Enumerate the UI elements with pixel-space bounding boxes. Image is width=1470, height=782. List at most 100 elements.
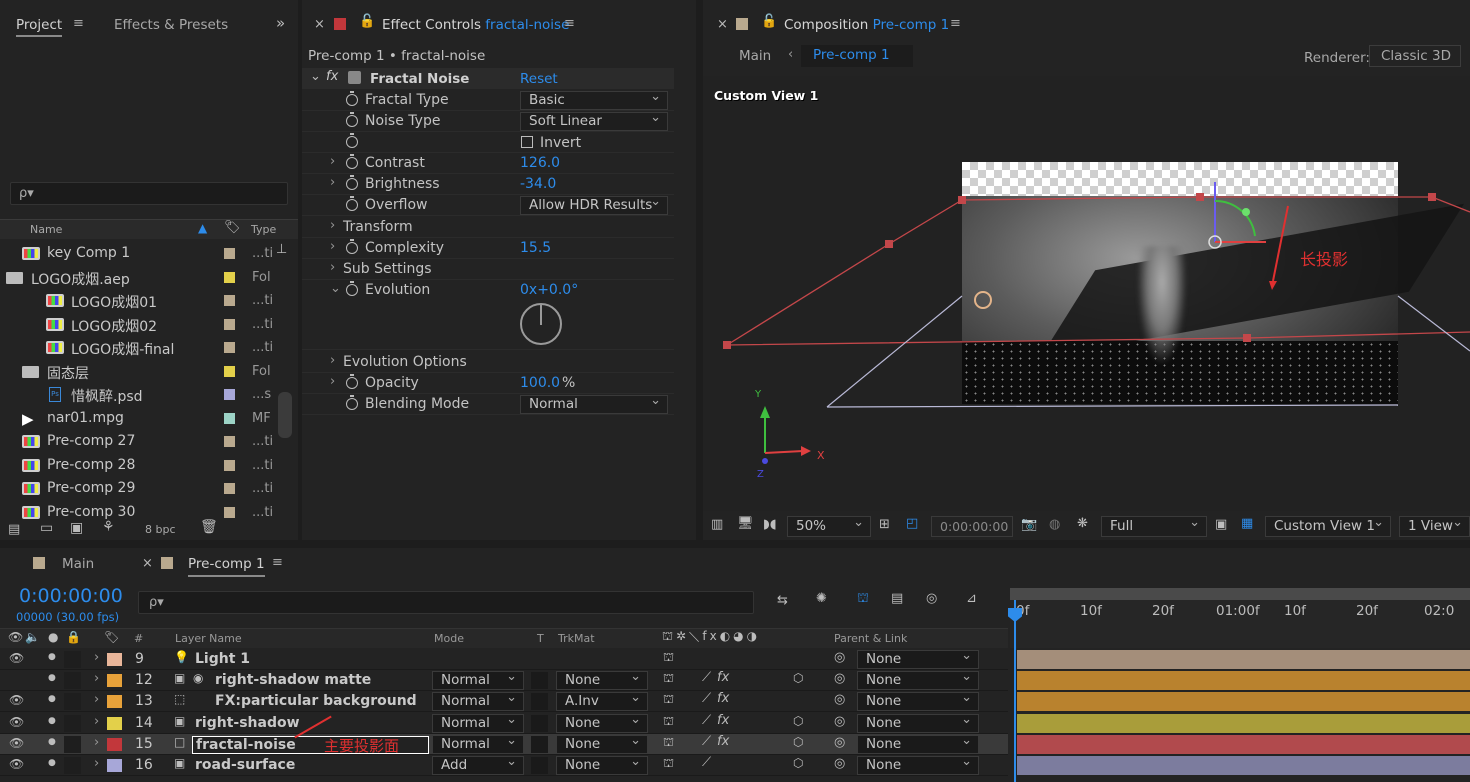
expand-chevron-icon[interactable]: ›: [330, 260, 335, 275]
effect-property-label[interactable]: Evolution Options: [343, 354, 467, 370]
project-scrollbar[interactable]: [278, 392, 292, 438]
pick-whip-icon[interactable]: ◎: [834, 692, 845, 707]
evolution-dial[interactable]: [520, 303, 562, 345]
effect-property-value[interactable]: 0x+0.0°: [520, 282, 578, 298]
panel-menu-icon[interactable]: ≡: [272, 555, 283, 570]
audio-icon[interactable]: 🔈: [25, 630, 40, 644]
layer-name[interactable]: Light 1: [195, 651, 250, 667]
expand-chevron-icon[interactable]: ›: [94, 714, 99, 729]
mask-icon[interactable]: ◗◖: [763, 517, 777, 532]
layer-label-swatch[interactable]: [107, 695, 122, 709]
lock-toggle[interactable]: [64, 672, 81, 690]
effect-property-label[interactable]: Complexity: [365, 240, 444, 256]
effect-property-dropdown[interactable]: Basic: [520, 88, 668, 110]
label-color-swatch[interactable]: [224, 271, 235, 283]
lock-toggle[interactable]: [64, 735, 81, 753]
renderer-button[interactable]: Classic 3D: [1369, 45, 1461, 67]
column-name[interactable]: Name: [30, 223, 62, 236]
layer-duration-bar[interactable]: [1017, 671, 1470, 691]
lock-toggle[interactable]: [64, 714, 81, 732]
eye-icon[interactable]: 👁: [9, 693, 24, 707]
quality-icon[interactable]: ⟋: [702, 734, 711, 749]
expand-chevron-icon[interactable]: ›: [330, 353, 335, 368]
crumb-main[interactable]: Main: [739, 48, 771, 64]
col-mode[interactable]: Mode: [434, 632, 464, 645]
parent-dropdown[interactable]: None: [857, 732, 979, 754]
label-color-swatch[interactable]: [224, 459, 235, 471]
3d-layer-icon[interactable]: ⬡: [793, 714, 803, 728]
effect-property-label[interactable]: Transform: [343, 219, 413, 235]
col-parent[interactable]: Parent & Link: [834, 632, 907, 645]
expand-chevron-icon[interactable]: ›: [330, 374, 335, 389]
expand-chevron-icon[interactable]: ›: [330, 239, 335, 254]
expand-chevron-icon[interactable]: ›: [94, 692, 99, 707]
layer-name[interactable]: road-surface: [195, 757, 295, 773]
quality-icon[interactable]: ⟋: [702, 713, 711, 728]
quality-icon[interactable]: ⟋: [702, 755, 711, 770]
panel-menu-icon[interactable]: ≡: [950, 16, 961, 31]
label-color-swatch[interactable]: [224, 365, 235, 377]
solo-dot-icon[interactable]: ●: [48, 673, 56, 683]
label-tag-icon[interactable]: 🏷: [224, 220, 241, 235]
tab-effects-presets[interactable]: Effects & Presets: [114, 17, 228, 33]
interpret-footage-icon[interactable]: ▤: [8, 522, 20, 537]
effect-property-dropdown[interactable]: Normal: [520, 392, 668, 414]
layer-row[interactable]: 👁 ● › 13 ⬚ FX:particular background Normal A.In…: [0, 689, 1008, 713]
stopwatch-icon[interactable]: [346, 133, 358, 148]
sort-asc-icon[interactable]: ▲: [198, 221, 207, 235]
monitor-icon[interactable]: 🖥: [737, 516, 754, 531]
eye-icon[interactable]: 👁: [9, 715, 24, 729]
lock-toggle[interactable]: [64, 651, 81, 668]
solo-icon[interactable]: ●: [48, 630, 58, 644]
layer-duration-bar[interactable]: [1017, 713, 1470, 733]
close-tab-icon[interactable]: ×: [142, 556, 153, 571]
shy-icon[interactable]: ⛫: [663, 735, 674, 751]
stopwatch-icon[interactable]: [346, 154, 358, 169]
snapshot-icon[interactable]: 📷: [1021, 517, 1037, 532]
layer-label-swatch[interactable]: [107, 653, 122, 666]
layer-duration-bar[interactable]: [1017, 734, 1470, 754]
expand-chevron-icon[interactable]: ›: [94, 756, 99, 771]
timeline-search-input[interactable]: ρ▾: [138, 591, 754, 614]
effect-name[interactable]: Fractal Noise: [370, 71, 469, 87]
track-matte-dropdown[interactable]: None: [556, 753, 648, 775]
stopwatch-icon[interactable]: [346, 395, 358, 410]
layer-label-swatch[interactable]: [107, 674, 122, 688]
fx-icon[interactable]: fx: [326, 69, 338, 84]
preserve-transparency-toggle[interactable]: [531, 693, 548, 711]
effect-property-label[interactable]: Opacity: [365, 375, 419, 391]
pick-whip-icon[interactable]: ◎: [834, 650, 845, 665]
timeline-ruler[interactable]: 0f 10f 20f 01:00f 10f 20f 02:0: [1010, 588, 1470, 648]
view-dropdown[interactable]: Custom View 1: [1265, 513, 1391, 537]
label-color-swatch[interactable]: [224, 436, 235, 447]
show-snapshot-icon[interactable]: ◍: [1049, 517, 1060, 532]
preserve-transparency-toggle[interactable]: [531, 735, 548, 753]
shy-layers-icon[interactable]: ⛫: [857, 591, 869, 608]
effect-property-label[interactable]: Evolution: [365, 282, 430, 298]
frame-blending-icon[interactable]: ▤: [891, 591, 903, 606]
lock-toggle[interactable]: [64, 693, 81, 711]
region-of-interest-icon[interactable]: ▣: [1215, 517, 1227, 532]
3d-layer-icon[interactable]: ⬡: [793, 671, 803, 685]
pick-whip-icon[interactable]: ◎: [834, 671, 845, 686]
project-item[interactable]: LOGO成烟-final ...ti: [0, 336, 276, 359]
project-item[interactable]: LOGO成烟02 ...ti: [0, 313, 276, 336]
effect-property-label[interactable]: Sub Settings: [343, 261, 432, 277]
effect-property-label[interactable]: Contrast: [365, 155, 425, 171]
invert-checkbox[interactable]: [521, 136, 533, 148]
lock-toggle[interactable]: [64, 757, 81, 774]
project-item[interactable]: Pre-comp 28 ...ti: [0, 454, 276, 477]
blend-mode-dropdown[interactable]: Normal: [432, 689, 524, 712]
new-comp-icon[interactable]: ▣: [70, 520, 83, 536]
eye-icon[interactable]: 👁: [9, 651, 24, 665]
preserve-transparency-toggle[interactable]: [531, 714, 548, 732]
quality-icon[interactable]: ⟋: [702, 670, 711, 685]
fx-icon[interactable]: fx: [717, 734, 729, 749]
safe-zones-icon[interactable]: ⊞: [879, 517, 890, 532]
playhead[interactable]: [1014, 600, 1016, 782]
shy-icon[interactable]: ⛫: [663, 756, 674, 772]
channel-icon[interactable]: ❋: [1077, 516, 1088, 531]
effect-property-label[interactable]: Blending Mode: [365, 396, 469, 412]
shy-icon[interactable]: ⛫: [663, 714, 674, 730]
layer-row[interactable]: 👁 ● › 14 ▣ right-shadow Normal None ⛫ ⟋ fx ⬡ ◎ None: [0, 711, 1008, 734]
